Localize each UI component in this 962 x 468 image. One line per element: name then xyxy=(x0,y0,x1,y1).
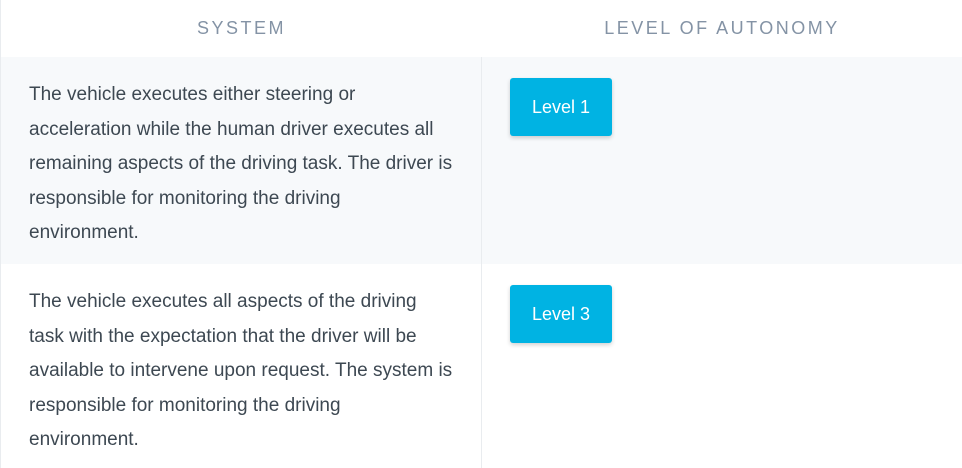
level-cell: Level 1 xyxy=(482,57,962,264)
system-description: The vehicle executes all aspects of the … xyxy=(29,291,453,450)
system-description-cell: The vehicle executes all aspects of the … xyxy=(1,264,482,468)
system-description-cell: The vehicle executes either steering or … xyxy=(1,57,482,264)
column-header-system: SYSTEM xyxy=(196,18,286,38)
column-header-level: LEVEL OF AUTONOMY xyxy=(604,18,840,38)
level-3-button[interactable]: Level 3 xyxy=(510,285,612,343)
table-row: The vehicle executes either steering or … xyxy=(1,57,962,264)
table-row: The vehicle executes all aspects of the … xyxy=(1,264,962,468)
table-header: SYSTEM LEVEL OF AUTONOMY xyxy=(1,0,962,57)
autonomy-table: SYSTEM LEVEL OF AUTONOMY The vehicle exe… xyxy=(0,0,962,468)
level-cell: Level 3 xyxy=(482,264,962,468)
level-1-button[interactable]: Level 1 xyxy=(510,78,612,136)
system-description: The vehicle executes either steering or … xyxy=(29,84,453,243)
